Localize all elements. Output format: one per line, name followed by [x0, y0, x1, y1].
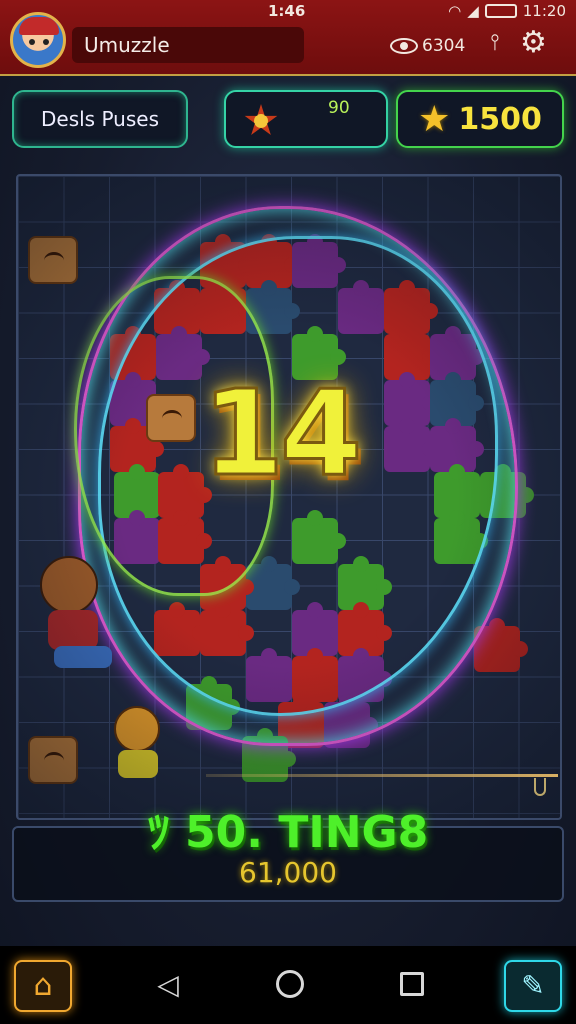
home-circle-icon[interactable] [276, 970, 304, 998]
puzzle-piece[interactable] [158, 510, 212, 564]
badge-pill[interactable]: 90 [224, 90, 388, 148]
puzzle-piece[interactable] [434, 510, 488, 564]
signal-icon: ◢ [467, 2, 479, 20]
puzzles-label: Desls Puses [41, 107, 159, 131]
puzzle-piece[interactable] [156, 326, 210, 380]
status-clock: 11:20 [522, 2, 566, 20]
star-value: 1500 [458, 101, 542, 137]
puzzle-piece[interactable] [384, 280, 438, 334]
eye-icon [390, 38, 418, 54]
pin-icon[interactable]: ⫯ [490, 30, 500, 55]
puzzle-piece[interactable] [430, 326, 484, 380]
coin-counter: 6304 [390, 36, 465, 56]
hook-icon[interactable] [534, 778, 546, 796]
puzzle-piece[interactable] [246, 556, 300, 610]
puzzle-piece[interactable] [338, 556, 392, 610]
progress-line [206, 774, 558, 777]
status-icons: ◠ ◢ 11:20 [448, 2, 566, 20]
loose-puzzle-piece[interactable] [28, 736, 78, 784]
battery-icon [484, 4, 517, 18]
puzzle-piece[interactable] [200, 602, 254, 656]
coin-value: 6304 [422, 36, 466, 56]
puzzle-piece[interactable] [430, 418, 484, 472]
puzzle-piece[interactable] [158, 464, 212, 518]
level-number: 14 [200, 364, 363, 502]
puzzle-piece[interactable] [110, 326, 164, 380]
status-time: 1:46 [268, 2, 306, 20]
puzzle-piece[interactable] [246, 648, 300, 702]
puzzle-piece[interactable] [154, 280, 208, 334]
loose-puzzle-piece[interactable] [28, 236, 78, 284]
puzzle-piece[interactable] [430, 372, 484, 426]
game-screen: 1:46 ◠ ◢ 11:20 Umuzzle 6304 ⫯ ⚙ Desls Pu… [0, 0, 576, 1024]
puzzle-piece[interactable] [246, 280, 300, 334]
avatar[interactable] [10, 12, 66, 68]
puzzle-piece[interactable] [292, 648, 346, 702]
star-badge-icon [244, 104, 278, 135]
loose-puzzle-piece[interactable] [146, 394, 196, 442]
puzzle-piece[interactable] [292, 326, 346, 380]
star-pill[interactable]: ★ 1500 [396, 90, 564, 148]
top-bar: 1:46 ◠ ◢ 11:20 Umuzzle 6304 ⫯ ⚙ [0, 0, 576, 76]
neon-glow [74, 276, 274, 596]
score-title: ﾂ 50. TING8 [147, 807, 429, 858]
puzzle-piece[interactable] [384, 372, 438, 426]
tiger-body [118, 750, 158, 778]
puzzle-piece[interactable] [338, 280, 392, 334]
gear-icon[interactable]: ⚙ [520, 28, 547, 58]
puzzle-piece[interactable] [114, 464, 168, 518]
puzzle-piece[interactable] [292, 602, 346, 656]
puzzle-piece[interactable] [110, 372, 164, 426]
game-title: Umuzzle [84, 33, 170, 57]
puzzle-piece[interactable] [154, 602, 208, 656]
puzzle-piece[interactable] [114, 510, 168, 564]
star-icon: ★ [418, 98, 451, 140]
puzzle-piece[interactable] [338, 648, 392, 702]
bear-body [48, 610, 98, 650]
tiger-character [114, 706, 160, 752]
house-icon[interactable]: ⌂ [14, 960, 72, 1012]
puzzle-piece[interactable] [474, 618, 528, 672]
puzzle-piece[interactable] [480, 464, 534, 518]
puzzle-piece[interactable] [186, 676, 240, 730]
puzzle-piece[interactable] [278, 694, 332, 748]
puzzle-piece[interactable] [292, 510, 346, 564]
back-triangle-icon[interactable]: ◁ [152, 968, 184, 1002]
puzzle-piece[interactable] [434, 464, 488, 518]
neon-glow [78, 206, 518, 746]
puzzle-board[interactable]: 14 [16, 174, 562, 820]
bear-legs [54, 646, 112, 668]
nav-bar: ⌂ ◁ ✎ [0, 946, 576, 1024]
puzzle-piece[interactable] [384, 418, 438, 472]
puzzle-piece[interactable] [292, 234, 346, 288]
puzzle-piece[interactable] [246, 234, 300, 288]
recent-square-icon[interactable] [400, 972, 424, 996]
puzzle-piece[interactable] [110, 418, 164, 472]
puzzle-piece[interactable] [384, 326, 438, 380]
puzzles-pill[interactable]: Desls Puses [12, 90, 188, 148]
pencil-icon[interactable]: ✎ [504, 960, 562, 1012]
puzzle-piece[interactable] [200, 556, 254, 610]
puzzle-piece[interactable] [200, 280, 254, 334]
puzzle-piece[interactable] [338, 602, 392, 656]
wifi-icon: ◠ [448, 2, 462, 20]
badge-value: 90 [328, 98, 350, 118]
score-value: 61,000 [239, 856, 337, 889]
puzzle-piece[interactable] [200, 234, 254, 288]
puzzle-piece[interactable] [324, 694, 378, 748]
neon-glow [98, 236, 498, 716]
bear-character [40, 556, 98, 614]
